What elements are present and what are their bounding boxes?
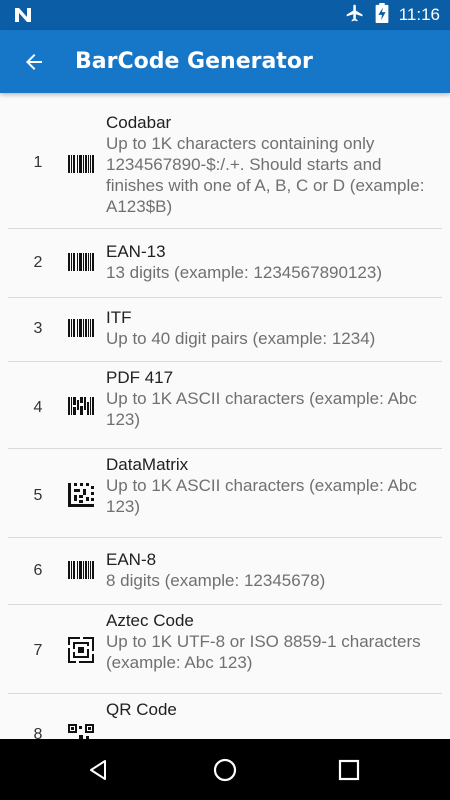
item-description: 13 digits (example: 1234567890123)	[106, 263, 382, 282]
item-title: ITF	[106, 308, 132, 327]
nav-back-button[interactable]	[83, 754, 115, 786]
nav-home-icon	[213, 758, 237, 782]
item-description: 8 digits (example: 12345678)	[106, 571, 326, 590]
notification-n-icon	[12, 4, 34, 26]
qr-code-icon	[68, 724, 94, 739]
item-title: Codabar	[106, 113, 172, 132]
status-time: 11:16	[398, 5, 440, 24]
barcode-type-list[interactable]: 1 Codabar Up to 1K characters containing…	[0, 93, 450, 739]
item-description: Up to 1K characters containing only 1234…	[106, 134, 425, 216]
item-number: 8	[33, 726, 43, 739]
barcode-linear-icon	[68, 253, 94, 271]
item-title: QR Code	[106, 700, 177, 719]
item-number: 2	[33, 254, 43, 271]
nav-recents-icon	[338, 759, 360, 781]
list-item-aztec[interactable]: 7 Aztec Code Up to 1K UTF-8 or ISO 8859-…	[0, 605, 450, 693]
arrow-back-icon	[26, 54, 42, 70]
list-item-ean8[interactable]: 6 EAN-8 8 digits (example: 12345678)	[0, 538, 450, 604]
page-title: BarCode Generator	[75, 49, 313, 74]
list-item-qr-code[interactable]: 8 QR Code	[0, 694, 450, 739]
item-number: 7	[33, 642, 43, 659]
nav-recents-button[interactable]	[333, 754, 365, 786]
list-item-ean13[interactable]: 2 EAN-13 13 digits (example: 12345678901…	[0, 229, 450, 297]
list-item-codabar[interactable]: 1 Codabar Up to 1K characters containing…	[0, 93, 450, 228]
item-number: 3	[33, 320, 43, 337]
app-bar: BarCode Generator	[0, 30, 450, 93]
item-number: 6	[33, 562, 43, 579]
list-item-itf[interactable]: 3 ITF Up to 40 digit pairs (example: 123…	[0, 298, 450, 361]
item-number: 5	[33, 487, 43, 504]
list-item-datamatrix[interactable]: 5 DataMatrix Up to 1K ASCII characters (…	[0, 449, 450, 537]
item-title: PDF 417	[106, 368, 174, 387]
item-title: Aztec Code	[106, 611, 194, 630]
nav-home-button[interactable]	[209, 754, 241, 786]
item-description: Up to 1K ASCII characters (example: Abc …	[106, 389, 417, 429]
battery-charging-icon	[375, 3, 389, 27]
barcode-linear-icon	[68, 561, 94, 579]
item-description: Up to 1K UTF-8 or ISO 8859-1 characters …	[106, 632, 421, 672]
pdf417-icon	[68, 397, 94, 415]
item-number: 1	[33, 154, 43, 171]
item-description: Up to 1K ASCII characters (example: Abc …	[106, 476, 417, 516]
back-button[interactable]	[18, 46, 50, 78]
item-title: EAN-13	[106, 242, 166, 261]
item-number: 4	[33, 399, 43, 416]
navigation-bar	[0, 739, 450, 800]
item-title: EAN-8	[106, 550, 157, 569]
barcode-linear-icon	[68, 155, 94, 173]
barcode-linear-icon	[68, 319, 94, 337]
datamatrix-icon	[68, 483, 94, 507]
airplane-mode-icon	[345, 3, 365, 27]
status-bar: 11:16	[0, 0, 450, 30]
item-title: DataMatrix	[106, 455, 189, 474]
aztec-icon	[68, 637, 94, 663]
list-item-pdf417[interactable]: 4 PDF 417 Up to 1K ASCII characters (exa…	[0, 362, 450, 448]
nav-back-icon	[90, 760, 106, 780]
item-description: Up to 40 digit pairs (example: 1234)	[106, 329, 376, 348]
